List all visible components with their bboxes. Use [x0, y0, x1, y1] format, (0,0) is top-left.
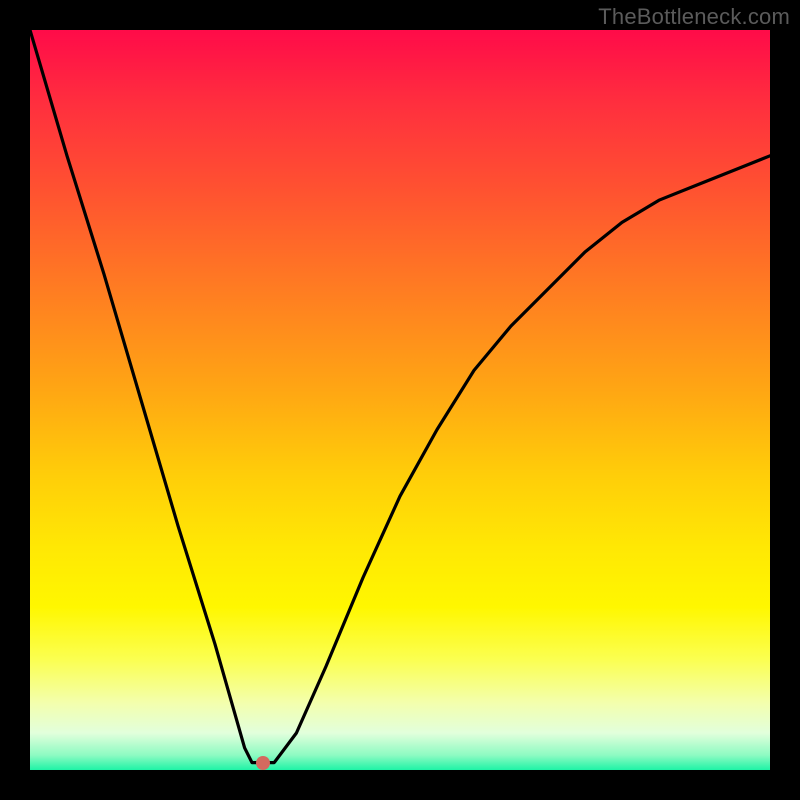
optimal-point-marker [256, 756, 270, 770]
watermark-text: TheBottleneck.com [598, 4, 790, 30]
bottleneck-curve [30, 30, 770, 770]
chart-frame: TheBottleneck.com [0, 0, 800, 800]
curve-path [30, 30, 770, 763]
plot-area [30, 30, 770, 770]
